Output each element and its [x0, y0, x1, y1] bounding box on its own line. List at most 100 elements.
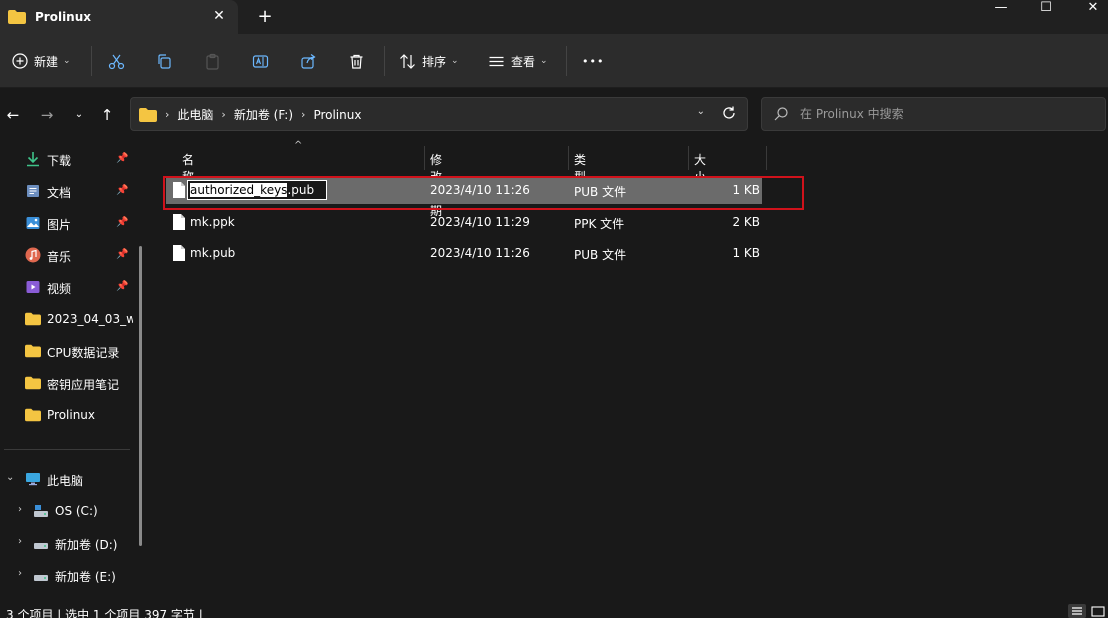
column-divider[interactable] [568, 146, 569, 170]
chevron-right-icon[interactable]: › [301, 108, 305, 121]
close-window-button[interactable]: ✕ [1082, 0, 1104, 18]
folder-icon [25, 312, 41, 326]
chevron-down-icon[interactable]: ⌄ [6, 472, 14, 483]
tab-close-icon[interactable]: ✕ [210, 7, 228, 25]
cut-button[interactable] [108, 48, 125, 74]
column-divider[interactable] [424, 146, 425, 170]
sidebar-item-drive-e[interactable]: › 新加卷 (E:) [8, 561, 148, 589]
breadcrumb-this-pc[interactable]: 此电脑 [177, 106, 213, 123]
address-bar[interactable]: › 此电脑 › 新加卷 (F:) › Prolinux ⌄ [130, 97, 748, 131]
share-button[interactable] [300, 48, 317, 74]
toolbar-divider [566, 46, 567, 76]
refresh-icon[interactable] [721, 105, 737, 121]
sidebar-item-drive-c[interactable]: › OS (C:) [8, 497, 148, 525]
copy-button[interactable] [156, 48, 173, 74]
sidebar-item-pictures[interactable]: 图片 📌 [0, 209, 140, 237]
clipboard-icon [206, 53, 219, 70]
sidebar-item-label: CPU数据记录 [47, 346, 120, 360]
forward-arrow-icon[interactable]: → [38, 106, 56, 124]
sidebar-item-documents[interactable]: 文档 📌 [0, 177, 140, 205]
breadcrumb: › 此电脑 › 新加卷 (F:) › Prolinux [139, 106, 361, 123]
sidebar-item-folder-cpu[interactable]: CPU数据记录 [0, 337, 140, 365]
more-options-button[interactable]: ••• [582, 48, 604, 74]
sort-button[interactable]: 排序 ⌄ [399, 48, 459, 74]
sidebar-item-drive-d[interactable]: › 新加卷 (D:) [8, 529, 148, 557]
sidebar-item-label: 2023_04_03_we [47, 312, 133, 326]
list-view-icon [489, 56, 504, 66]
chevron-right-icon[interactable]: › [18, 568, 22, 579]
system-drive-icon [34, 505, 48, 517]
chevron-right-icon: › [165, 108, 170, 121]
sidebar-item-label: Prolinux [47, 408, 96, 422]
breadcrumb-drive-f[interactable]: 新加卷 (F:) [234, 106, 293, 123]
sort-icon [400, 53, 415, 69]
status-text: 3 个项目 | 选中 1 个项目 397 字节 | [6, 608, 203, 618]
tab-prolinux[interactable]: Prolinux ✕ [0, 0, 238, 34]
back-arrow-icon[interactable]: ← [4, 106, 22, 124]
breadcrumb-prolinux[interactable]: Prolinux [313, 108, 361, 122]
chevron-right-icon[interactable]: › [221, 108, 225, 121]
sidebar-item-label: 此电脑 [47, 474, 84, 488]
folder-icon [139, 107, 157, 122]
search-input[interactable] [800, 104, 1090, 124]
sidebar-item-music[interactable]: 音乐 📌 [0, 241, 140, 269]
file-name: mk.pub [190, 246, 236, 260]
highlight-box [163, 176, 804, 210]
navigation-bar: ← → ⌄ ↑ › 此电脑 › 新加卷 (F:) › Prolinux ⌄ [0, 88, 1108, 142]
paste-button[interactable] [204, 48, 221, 74]
details-view-icon [1072, 607, 1082, 615]
chevron-right-icon[interactable]: › [18, 504, 22, 515]
file-type: PUB 文件 [574, 248, 627, 262]
new-button[interactable]: 新建 ⌄ [12, 48, 71, 74]
chevron-down-icon: ⌄ [540, 56, 548, 66]
file-icon [173, 245, 185, 261]
column-divider[interactable] [766, 146, 767, 170]
sidebar-scrollbar[interactable] [139, 246, 142, 546]
view-button[interactable]: 查看 ⌄ [488, 48, 548, 74]
chevron-right-icon[interactable]: › [18, 536, 22, 547]
recent-locations-chevron-icon[interactable]: ⌄ [70, 106, 88, 124]
table-row[interactable]: mk.ppk 2023/4/10 11:29 PPK 文件 2 KB [166, 208, 762, 236]
toolbar-divider [384, 46, 385, 76]
search-box[interactable] [761, 97, 1106, 131]
up-arrow-icon[interactable]: ↑ [98, 106, 116, 124]
status-bar: 3 个项目 | 选中 1 个项目 397 字节 | [0, 604, 1108, 618]
table-row[interactable]: mk.pub 2023/4/10 11:26 PUB 文件 1 KB [166, 239, 762, 267]
column-divider[interactable] [688, 146, 689, 170]
share-icon [301, 53, 316, 69]
tiles-view-icon [1091, 606, 1105, 617]
file-list: ^ 名称 修改日期 类型 大小 authorized_keys.pub 2023… [152, 140, 1108, 604]
chevron-down-icon: ⌄ [451, 56, 459, 66]
tiles-view-button[interactable] [1089, 604, 1107, 618]
sidebar-item-label: 密钥应用笔记 [47, 378, 120, 392]
new-tab-button[interactable]: + [256, 6, 274, 28]
new-label: 新建 [34, 54, 59, 69]
pin-icon: 📌 [116, 185, 129, 196]
sidebar-item-videos[interactable]: 视频 📌 [0, 273, 140, 301]
copy-icon [158, 53, 171, 69]
computer-icon [26, 473, 40, 486]
file-date: 2023/4/10 11:29 [430, 215, 530, 229]
chevron-down-icon: ⌄ [63, 56, 71, 66]
view-label: 查看 [511, 54, 536, 69]
more-icon: ••• [582, 54, 605, 68]
folder-icon [8, 10, 26, 24]
title-bar: Prolinux ✕ + — ☐ ✕ [0, 0, 1108, 34]
rename-button[interactable] [252, 48, 269, 74]
file-size: 2 KB [732, 215, 760, 229]
sidebar-item-folder-keys-notes[interactable]: 密钥应用笔记 [0, 369, 140, 397]
search-icon [774, 107, 788, 121]
details-view-button[interactable] [1068, 604, 1086, 618]
address-dropdown-icon[interactable]: ⌄ [697, 106, 705, 117]
delete-button[interactable] [348, 48, 365, 74]
maximize-button[interactable]: ☐ [1035, 0, 1057, 18]
sidebar-item-downloads[interactable]: 下载 📌 [0, 145, 140, 173]
tab-title: Prolinux [35, 10, 92, 24]
file-size: 1 KB [732, 246, 760, 260]
sidebar-item-folder-2023-04-03[interactable]: 2023_04_03_we [0, 305, 140, 333]
minimize-button[interactable]: — [990, 0, 1012, 18]
file-type: PPK 文件 [574, 217, 625, 231]
sidebar-item-this-pc[interactable]: ⌄ 此电脑 [0, 465, 140, 493]
sidebar-item-folder-prolinux[interactable]: Prolinux [0, 401, 140, 429]
pin-icon: 📌 [116, 249, 129, 260]
